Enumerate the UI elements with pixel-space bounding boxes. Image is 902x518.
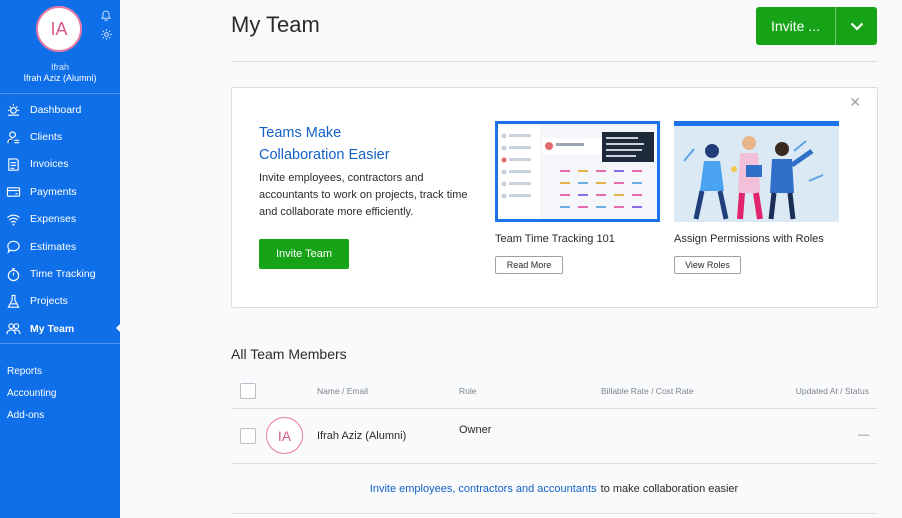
column-header-status[interactable]: Updated At / Status: [796, 386, 869, 396]
time-tracking-illustration: [498, 124, 657, 219]
app-window: IA Ifrah Ifrah Aziz (Alumni) Dashboard C…: [0, 0, 902, 518]
sidebar-item-label: Time Tracking: [30, 268, 96, 281]
sidebar-item-payments[interactable]: Payments: [0, 178, 120, 205]
sidebar-item-label: Invoices: [30, 158, 69, 171]
close-icon[interactable]: ✕: [849, 94, 861, 111]
team-members-table: Name / Email Role Billable Rate / Cost R…: [231, 373, 877, 514]
invite-link[interactable]: Invite employees, contractors and accoun…: [370, 483, 597, 495]
sidebar-item-label: Clients: [30, 131, 63, 144]
column-header-rate[interactable]: Billable Rate / Cost Rate: [601, 386, 694, 396]
section-title: All Team Members: [231, 346, 347, 362]
read-more-button[interactable]: Read More: [495, 256, 563, 274]
chevron-down-icon: [850, 22, 863, 31]
avatar-initials: IA: [277, 427, 292, 444]
table-header: Name / Email Role Billable Rate / Cost R…: [231, 373, 877, 409]
clients-icon: [7, 130, 20, 143]
gear-icon[interactable]: [100, 28, 113, 41]
user-full-name: Ifrah Aziz (Alumni): [23, 73, 97, 83]
avatar: IA: [266, 417, 303, 454]
sidebar-item-my-team[interactable]: My Team: [0, 315, 121, 342]
sidebar-item-label: Payments: [30, 185, 77, 198]
column-header-role[interactable]: Role: [459, 386, 476, 396]
invite-button[interactable]: Invite ...: [756, 7, 836, 45]
team-icon: [6, 323, 21, 335]
sidebar-item-label: Dashboard: [30, 103, 82, 116]
invite-split-button: Invite ...: [756, 7, 877, 45]
sidebar-item-reports[interactable]: Reports: [0, 360, 120, 382]
expenses-icon: [7, 214, 20, 226]
sidebar-item-accounting[interactable]: Accounting: [0, 382, 120, 404]
sidebar-item-expenses[interactable]: Expenses: [0, 206, 120, 233]
permissions-thumbnail[interactable]: [674, 121, 839, 222]
invite-prompt: Invite employees, contractors and accoun…: [231, 464, 877, 514]
sidebar-item-label: Estimates: [30, 240, 77, 253]
sidebar-item-add-ons[interactable]: Add-ons: [0, 404, 120, 426]
select-all-checkbox[interactable]: [240, 383, 256, 399]
sidebar-item-invoices[interactable]: Invoices: [0, 151, 120, 178]
time-tracking-thumbnail[interactable]: [495, 121, 660, 222]
sidebar-divider: [0, 93, 120, 94]
member-status: —: [858, 429, 869, 441]
estimates-icon: [7, 240, 20, 254]
promo-heading: Teams Make Collaboration Easier: [259, 122, 439, 166]
row-checkbox[interactable]: [240, 428, 256, 444]
header-divider: [231, 61, 877, 62]
sidebar-secondary-nav: Reports Accounting Add-ons: [0, 360, 120, 426]
sidebar-divider: [0, 343, 120, 344]
team-people-illustration: [674, 121, 839, 222]
promo-heading-line: Collaboration Easier: [259, 147, 390, 163]
sidebar-item-estimates[interactable]: Estimates: [0, 233, 120, 260]
payments-icon: [6, 187, 21, 198]
user-first-name: Ifrah: [50, 62, 69, 72]
promo-body: Invite employees, contractors and accoun…: [259, 172, 468, 218]
view-roles-button[interactable]: View Roles: [674, 256, 741, 274]
invite-dropdown-toggle[interactable]: [836, 7, 877, 45]
avatar-initials: IA: [50, 18, 68, 39]
sidebar: IA Ifrah Ifrah Aziz (Alumni) Dashboard C…: [0, 0, 121, 518]
sidebar-item-label: Projects: [30, 295, 68, 308]
invoices-icon: [8, 158, 19, 171]
sidebar-item-dashboard[interactable]: Dashboard: [0, 96, 120, 123]
bell-icon[interactable]: [100, 10, 112, 22]
flask-icon: [7, 294, 20, 308]
member-name[interactable]: Ifrah Aziz (Alumni): [317, 430, 406, 442]
page-title: My Team: [231, 12, 320, 37]
table-row[interactable]: IA Ifrah Aziz (Alumni) Owner —: [231, 409, 877, 464]
sidebar-nav: Dashboard Clients Invoices Payments Expe…: [0, 96, 121, 343]
card-title-permissions[interactable]: Assign Permissions with Roles: [674, 233, 824, 245]
sidebar-item-time-tracking[interactable]: Time Tracking: [0, 260, 120, 287]
member-role: Owner: [459, 424, 492, 436]
sidebar-item-label: Expenses: [30, 213, 77, 226]
sidebar-item-label: My Team: [30, 322, 75, 335]
avatar[interactable]: IA: [36, 6, 82, 52]
stopwatch-icon: [7, 267, 20, 281]
sidebar-item-projects[interactable]: Projects: [0, 288, 120, 315]
sidebar-item-clients[interactable]: Clients: [0, 123, 120, 150]
dashboard-icon: [7, 104, 20, 116]
invite-team-button[interactable]: Invite Team: [259, 239, 349, 269]
card-title-time-tracking[interactable]: Team Time Tracking 101: [495, 233, 615, 245]
column-header-name[interactable]: Name / Email: [317, 386, 368, 396]
invite-suffix: to make collaboration easier: [600, 482, 739, 495]
promo-heading-line: Teams Make: [259, 125, 342, 141]
promo-card: ✕ Teams Make Collaboration Easier Invite…: [231, 87, 878, 308]
